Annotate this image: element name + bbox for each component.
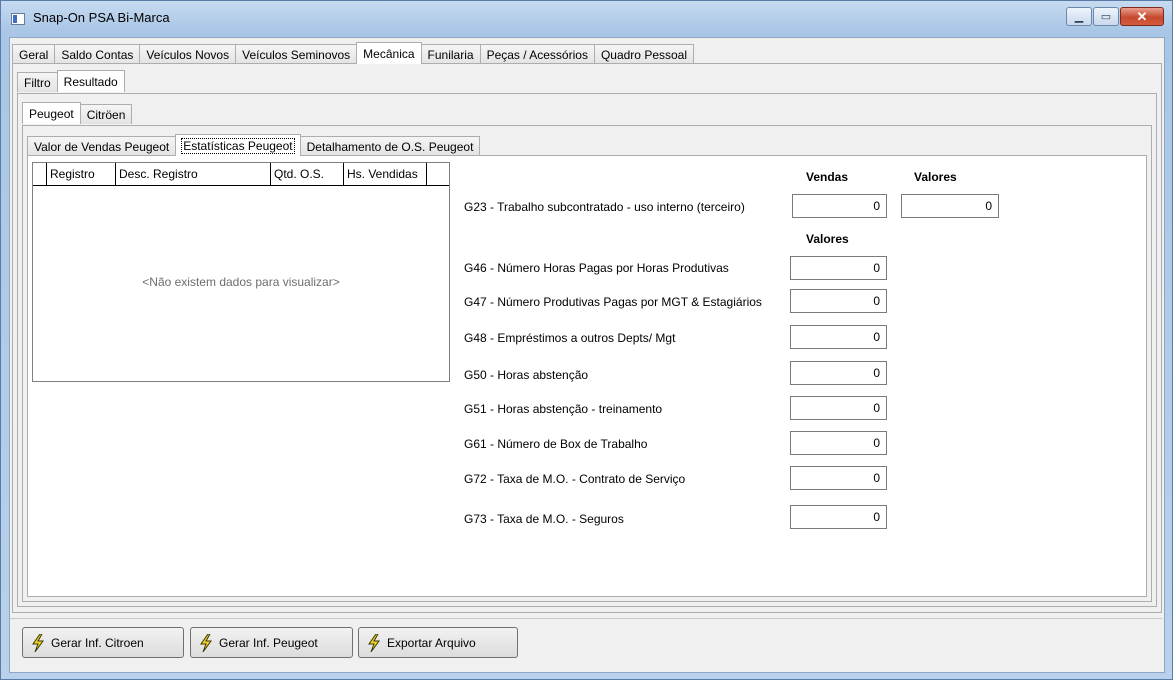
label-g51: G51 - Horas abstenção - treinamento [464,402,663,416]
title-bar[interactable]: Snap-On PSA Bi-Marca ▁ ▭ ✕ [1,1,1172,37]
tab-mecanica[interactable]: Mecânica [356,42,422,64]
close-button[interactable]: ✕ [1120,7,1164,26]
g23-vendas-field[interactable]: 0 [792,194,887,218]
tab-resultado[interactable]: Resultado [56,70,125,92]
tab-veiculos-novos[interactable]: Veículos Novos [139,44,237,64]
tab-peugeot[interactable]: Peugeot [22,102,81,124]
maximize-button[interactable]: ▭ [1093,7,1119,26]
label-g73: G73 - Taxa de M.O. - Seguros [464,512,624,526]
bolt-shape [32,634,44,652]
bolt-shape [368,634,380,652]
header-valores: Valores [914,170,957,184]
col-qtd-os[interactable]: Qtd. O.S. [271,163,344,185]
button-bar: Gerar Inf. Citroen Gerar Inf. Peugeot Ex… [10,618,1162,669]
tab-citroen[interactable]: Citröen [79,104,133,124]
tab-detalhamento-os-peugeot[interactable]: Detalhamento de O.S. Peugeot [299,136,481,156]
window-title: Snap-On PSA Bi-Marca [33,10,170,25]
gerar-peugeot-label: Gerar Inf. Peugeot [219,635,318,650]
report-tabs: Valor de Vendas Peugeot Estatísticas Peu… [27,134,481,156]
bolt-shape [200,634,212,652]
tab-funilaria[interactable]: Funilaria [420,44,481,64]
label-g50: G50 - Horas abstenção [464,368,589,382]
window-controls: ▁ ▭ ✕ [1065,7,1164,26]
grid-row-selector-header [33,163,47,185]
gerar-peugeot-button[interactable]: Gerar Inf. Peugeot [190,627,353,658]
tab-geral[interactable]: Geral [12,44,56,64]
main-tabs: Geral Saldo Contas Veículos Novos Veícul… [12,42,695,64]
label-g23: G23 - Trabalho subcontratado - uso inter… [464,200,745,214]
close-icon: ✕ [1136,8,1148,24]
label-g48: G48 - Empréstimos a outros Depts/ Mgt [464,331,676,345]
lightning-icon [368,634,380,652]
g23-valores-field[interactable]: 0 [901,194,999,218]
gerar-citroen-button[interactable]: Gerar Inf. Citroen [22,627,184,658]
g46-field[interactable]: 0 [790,256,887,280]
tab-quadro-pessoal[interactable]: Quadro Pessoal [593,44,695,64]
header-valores-2: Valores [806,232,849,246]
label-g61: G61 - Número de Box de Trabalho [464,437,648,451]
g48-field[interactable]: 0 [790,325,887,349]
tab-estatisticas-peugeot[interactable]: Estatísticas Peugeot [175,134,301,156]
col-registro[interactable]: Registro [47,163,116,185]
lightning-icon [32,634,44,652]
data-grid[interactable]: Registro Desc. Registro Qtd. O.S. Hs. Ve… [32,162,450,382]
g61-field[interactable]: 0 [790,431,887,455]
tab-filtro[interactable]: Filtro [17,72,58,92]
col-hs-vendidas[interactable]: Hs. Vendidas [344,163,427,185]
label-g46: G46 - Número Horas Pagas por Horas Produ… [464,261,729,275]
tab-valor-vendas-peugeot[interactable]: Valor de Vendas Peugeot [27,136,177,156]
sub-tabs: Filtro Resultado [17,70,125,92]
minimize-icon: ▁ [1074,11,1084,23]
grid-empty-message: <Não existem dados para visualizar> [142,275,340,289]
grid-header: Registro Desc. Registro Qtd. O.S. Hs. Ve… [33,163,449,186]
tab-estatisticas-label: Estatísticas Peugeot [181,138,295,154]
exportar-arquivo-label: Exportar Arquivo [387,635,476,650]
tab-saldo-contas[interactable]: Saldo Contas [54,44,141,64]
brand-tabs: Peugeot Citröen [22,102,133,124]
col-desc-registro[interactable]: Desc. Registro [116,163,271,185]
header-vendas: Vendas [806,170,849,184]
g50-field[interactable]: 0 [790,361,887,385]
g73-field[interactable]: 0 [790,505,887,529]
g72-field[interactable]: 0 [790,466,887,490]
tab-pecas-acessorios[interactable]: Peças / Acessórios [479,44,595,64]
lightning-icon [200,634,212,652]
exportar-arquivo-button[interactable]: Exportar Arquivo [358,627,518,658]
g47-field[interactable]: 0 [790,289,887,313]
g51-field[interactable]: 0 [790,396,887,420]
app-icon [11,13,25,25]
minimize-button[interactable]: ▁ [1066,7,1092,26]
tab-veiculos-seminovos[interactable]: Veículos Seminovos [235,44,358,64]
maximize-icon: ▭ [1100,11,1112,23]
label-g72: G72 - Taxa de M.O. - Contrato de Serviço [464,472,686,486]
gerar-citroen-label: Gerar Inf. Citroen [51,635,144,650]
label-g47: G47 - Número Produtivas Pagas por MGT & … [464,295,762,309]
